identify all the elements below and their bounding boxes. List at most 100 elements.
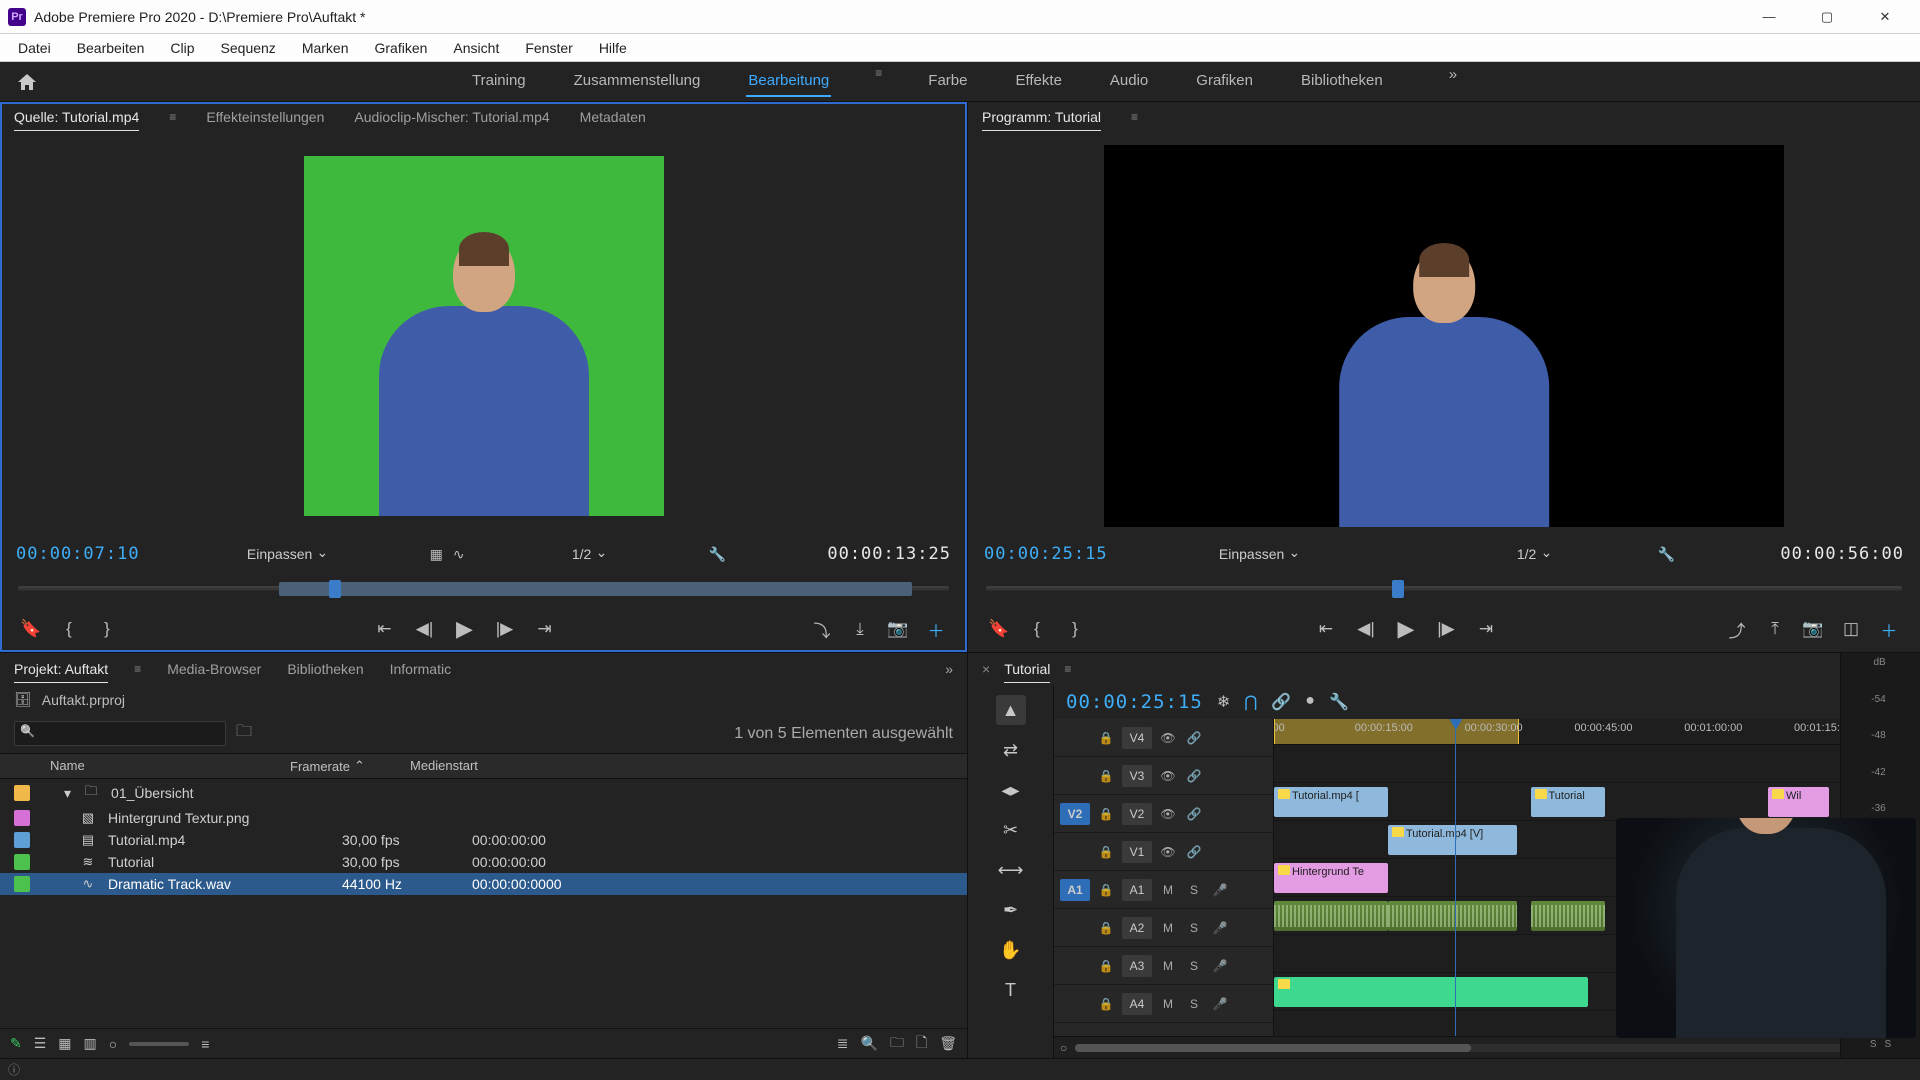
footer-automate-icon[interactable]: ≣ bbox=[837, 1035, 849, 1052]
clip[interactable] bbox=[1531, 901, 1605, 931]
menu-hilfe[interactable]: Hilfe bbox=[587, 37, 639, 59]
col-name[interactable]: Name bbox=[50, 758, 290, 774]
source-marker-icon[interactable]: 🔖 bbox=[20, 619, 42, 639]
source-mark-in-icon[interactable]: { bbox=[58, 619, 80, 639]
source-play-button[interactable]: ▶ bbox=[454, 616, 476, 642]
menu-datei[interactable]: Datei bbox=[6, 37, 63, 59]
source-step-fwd-icon[interactable]: |▶ bbox=[494, 619, 516, 639]
window-close-button[interactable]: ✕ bbox=[1856, 0, 1914, 34]
toggle-output-icon[interactable]: M bbox=[1158, 883, 1178, 897]
clip[interactable] bbox=[1274, 977, 1588, 1007]
lock-icon[interactable]: 🔒 bbox=[1096, 769, 1116, 783]
tab-media-browser[interactable]: Media-Browser bbox=[167, 656, 261, 682]
menu-fenster[interactable]: Fenster bbox=[513, 37, 584, 59]
program-play-button[interactable]: ▶ bbox=[1395, 616, 1417, 642]
source-patch[interactable]: V2 bbox=[1060, 803, 1090, 825]
source-step-back-icon[interactable]: ◀| bbox=[414, 619, 436, 639]
voice-over-icon[interactable]: 🎤 bbox=[1210, 921, 1230, 935]
source-patch[interactable]: A1 bbox=[1060, 879, 1090, 901]
slip-tool-icon[interactable]: ⟷ bbox=[996, 855, 1026, 885]
clip[interactable] bbox=[1388, 901, 1517, 931]
tab-effekteinstellungen[interactable]: Effekteinstellungen bbox=[206, 104, 324, 130]
footer-freeform-icon[interactable]: ▥ bbox=[84, 1035, 97, 1052]
col-framerate[interactable]: Framerate⌃ bbox=[290, 758, 410, 774]
lock-icon[interactable]: 🔒 bbox=[1096, 997, 1116, 1011]
program-marker-icon[interactable]: 🔖 bbox=[988, 619, 1010, 639]
program-step-back-icon[interactable]: ◀| bbox=[1355, 619, 1377, 639]
tl-scroll-left-icon[interactable]: ○ bbox=[1060, 1041, 1067, 1055]
workspace-effekte[interactable]: Effekte bbox=[1013, 66, 1063, 97]
voice-over-icon[interactable]: 🎤 bbox=[1210, 959, 1230, 973]
workspace-farbe[interactable]: Farbe bbox=[926, 66, 969, 97]
timeline-timecode[interactable]: 00:00:25:15 bbox=[1066, 691, 1203, 713]
toggle-output-icon[interactable]: M bbox=[1158, 959, 1178, 973]
clip[interactable]: Tutorial.mp4 [ bbox=[1274, 787, 1388, 817]
menu-grafiken[interactable]: Grafiken bbox=[363, 37, 440, 59]
footer-new-item-icon[interactable]: 🗋 bbox=[916, 1032, 927, 1056]
tl-snap-icon[interactable]: ⋂ bbox=[1244, 692, 1257, 712]
tl-markers-icon[interactable]: ● bbox=[1305, 692, 1315, 712]
tab-sequence[interactable]: Tutorial bbox=[1004, 656, 1050, 683]
label-chip[interactable] bbox=[14, 785, 30, 801]
sync-lock-icon[interactable]: 🔗 bbox=[1184, 731, 1204, 745]
project-row[interactable]: ≋Tutorial30,00 fps00:00:00:00 bbox=[0, 851, 967, 873]
source-goto-out-icon[interactable]: ⇥ bbox=[534, 619, 556, 639]
program-step-fwd-icon[interactable]: |▶ bbox=[1435, 619, 1457, 639]
track-label[interactable]: V3 bbox=[1122, 765, 1152, 787]
track-label[interactable]: A1 bbox=[1122, 879, 1152, 901]
program-compare-icon[interactable]: ◫ bbox=[1840, 619, 1862, 639]
source-resolution-select[interactable]: 1/2 bbox=[566, 544, 607, 564]
tl-nest-icon[interactable]: ❄ bbox=[1217, 692, 1230, 712]
project-new-bin-from-search-icon[interactable]: 🗀 bbox=[236, 720, 252, 747]
tab-project[interactable]: Projekt: Auftakt bbox=[14, 656, 108, 683]
lock-icon[interactable]: 🔒 bbox=[1096, 807, 1116, 821]
hand-tool-icon[interactable]: ✋ bbox=[996, 935, 1026, 965]
timeline-close-tab-icon[interactable]: × bbox=[982, 661, 990, 677]
program-extract-icon[interactable]: ⤒ bbox=[1764, 619, 1786, 639]
label-chip[interactable] bbox=[14, 810, 30, 826]
program-lift-icon[interactable]: ⤴ bbox=[1726, 617, 1748, 642]
source-viewport[interactable] bbox=[10, 132, 957, 540]
program-scrubber[interactable] bbox=[986, 572, 1902, 608]
toggle-output-icon[interactable]: 👁 bbox=[1158, 845, 1178, 859]
window-maximize-button[interactable]: ▢ bbox=[1798, 0, 1856, 34]
folder-disclosure-icon[interactable]: ▾ bbox=[64, 785, 71, 802]
workspace-audio[interactable]: Audio bbox=[1108, 66, 1150, 97]
label-chip[interactable] bbox=[14, 832, 30, 848]
footer-trash-icon[interactable]: 🗑 bbox=[939, 1035, 957, 1052]
toggle-output-icon[interactable]: 👁 bbox=[1158, 731, 1178, 745]
voice-over-icon[interactable]: 🎤 bbox=[1210, 997, 1230, 1011]
tl-settings-icon[interactable]: 🔧 bbox=[1329, 692, 1349, 712]
type-tool-icon[interactable]: T bbox=[996, 975, 1026, 1005]
project-row[interactable]: ∿Dramatic Track.wav44100 Hz00:00:00:0000 bbox=[0, 873, 967, 895]
workspace-bearbeitung[interactable]: Bearbeitung bbox=[746, 66, 831, 97]
tab-overflow-icon[interactable]: » bbox=[945, 661, 953, 677]
source-fit-select[interactable]: Einpassen bbox=[241, 544, 328, 564]
ripple-edit-tool-icon[interactable]: ◂▸ bbox=[996, 775, 1026, 805]
sync-lock-icon[interactable]: 🔗 bbox=[1184, 769, 1204, 783]
tab-program-menu-icon[interactable]: ≡ bbox=[1131, 110, 1138, 124]
footer-find-icon[interactable]: 🔍 bbox=[861, 1035, 878, 1052]
footer-zoom-out-icon[interactable]: ○ bbox=[109, 1036, 117, 1052]
tab-audioclip-mischer[interactable]: Audioclip-Mischer: Tutorial.mp4 bbox=[354, 104, 549, 130]
footer-new-bin-icon[interactable]: 🗀 bbox=[890, 1032, 904, 1056]
solo-icon[interactable]: S bbox=[1184, 959, 1204, 973]
footer-zoom-slider[interactable] bbox=[129, 1042, 189, 1046]
menu-clip[interactable]: Clip bbox=[158, 37, 206, 59]
program-export-frame-icon[interactable]: 📷 bbox=[1802, 619, 1824, 639]
tab-source-menu-icon[interactable]: ≡ bbox=[169, 110, 176, 124]
sync-lock-icon[interactable]: 🔗 bbox=[1184, 807, 1204, 821]
track-label[interactable]: V1 bbox=[1122, 841, 1152, 863]
menu-bearbeiten[interactable]: Bearbeiten bbox=[65, 37, 157, 59]
solo-icon[interactable]: S bbox=[1184, 921, 1204, 935]
workspace-training[interactable]: Training bbox=[470, 66, 528, 97]
label-chip[interactable] bbox=[14, 854, 30, 870]
track-label[interactable]: V4 bbox=[1122, 727, 1152, 749]
label-chip[interactable] bbox=[14, 876, 30, 892]
program-fit-select[interactable]: Einpassen bbox=[1213, 544, 1300, 564]
status-info-icon[interactable]: ⓘ bbox=[8, 1061, 20, 1078]
source-insert-icon[interactable]: ⤵ bbox=[811, 617, 833, 642]
project-row[interactable]: ▧Hintergrund Textur.png bbox=[0, 807, 967, 829]
sync-lock-icon[interactable]: 🔗 bbox=[1184, 845, 1204, 859]
lock-icon[interactable]: 🔒 bbox=[1096, 731, 1116, 745]
